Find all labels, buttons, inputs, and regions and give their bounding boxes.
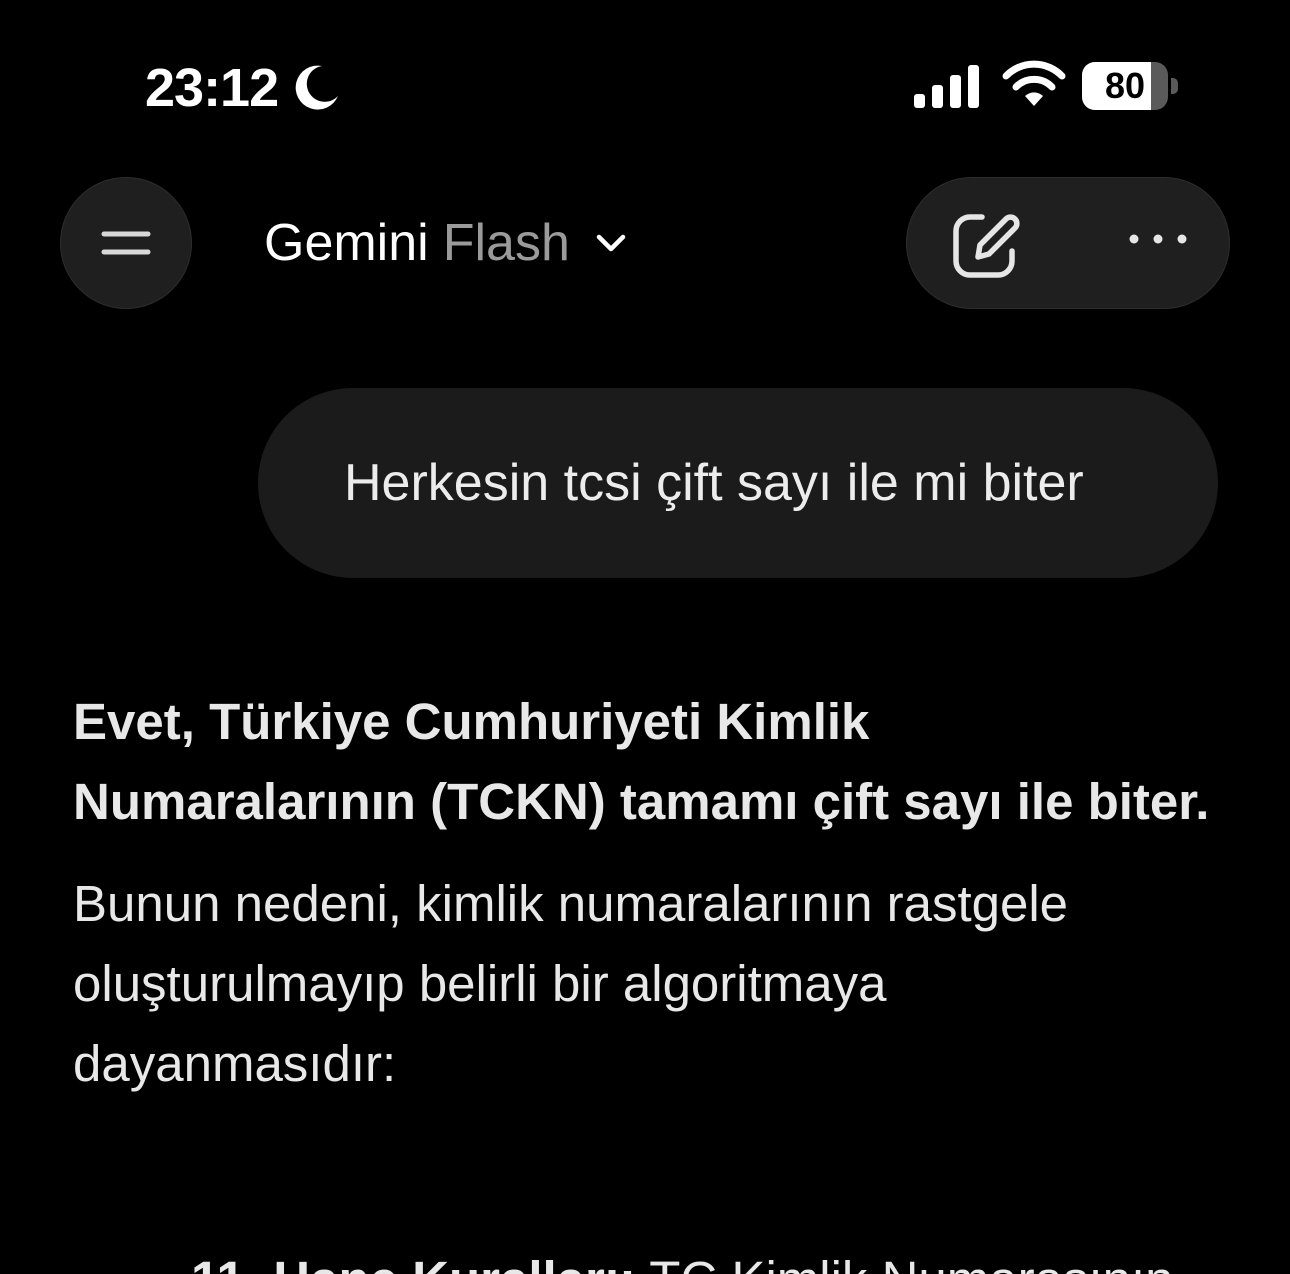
edit-icon [953,214,1020,278]
status-time: 23:12 [145,58,279,118]
battery-body: 80 [1082,62,1168,110]
more-icon [1129,234,1187,244]
status-bar: 23:12 80 [0,0,1290,130]
user-message-bubble[interactable]: Herkesin tcsi çift sayı ile mi biter [258,388,1218,578]
chevron-down-icon [596,234,626,252]
model-name: Gemini [264,214,429,272]
header-actions [906,177,1230,309]
signal-icon [914,65,979,108]
moon-icon [295,65,338,110]
list-item-text: TC Kimlik Numarasının [636,1251,1173,1274]
new-chat-button[interactable] [928,187,1040,299]
list-item-title: 11. Hane Kuralları: [191,1251,636,1274]
hamburger-icon [101,231,151,255]
list-bullet: ◦ [73,1240,191,1274]
model-variant: Flash [442,214,570,272]
battery-cap [1171,78,1178,94]
screen: 23:12 80 Gemini Flash Herkesin tcsi çift… [0,0,1290,1274]
response-body: Evet, Türkiye Cumhuriyeti Kimlik Numaral… [73,682,1223,1104]
battery-icon: 80 [1082,62,1178,110]
wifi-icon [1002,60,1066,106]
model-selector[interactable]: Gemini Flash [264,208,628,278]
more-button[interactable] [1102,187,1214,299]
battery-level: 80 [1104,65,1146,106]
response-heading: Evet, Türkiye Cumhuriyeti Kimlik Numaral… [73,693,1210,830]
list-item: ◦11. Hane Kuralları: TC Kimlik Numarasın… [73,1240,1273,1274]
user-message-text: Herkesin tcsi çift sayı ile mi biter [344,454,1084,512]
menu-button[interactable] [60,177,192,309]
response-paragraph: Bunun nedeni, kimlik numaralarının rastg… [73,875,1069,1092]
